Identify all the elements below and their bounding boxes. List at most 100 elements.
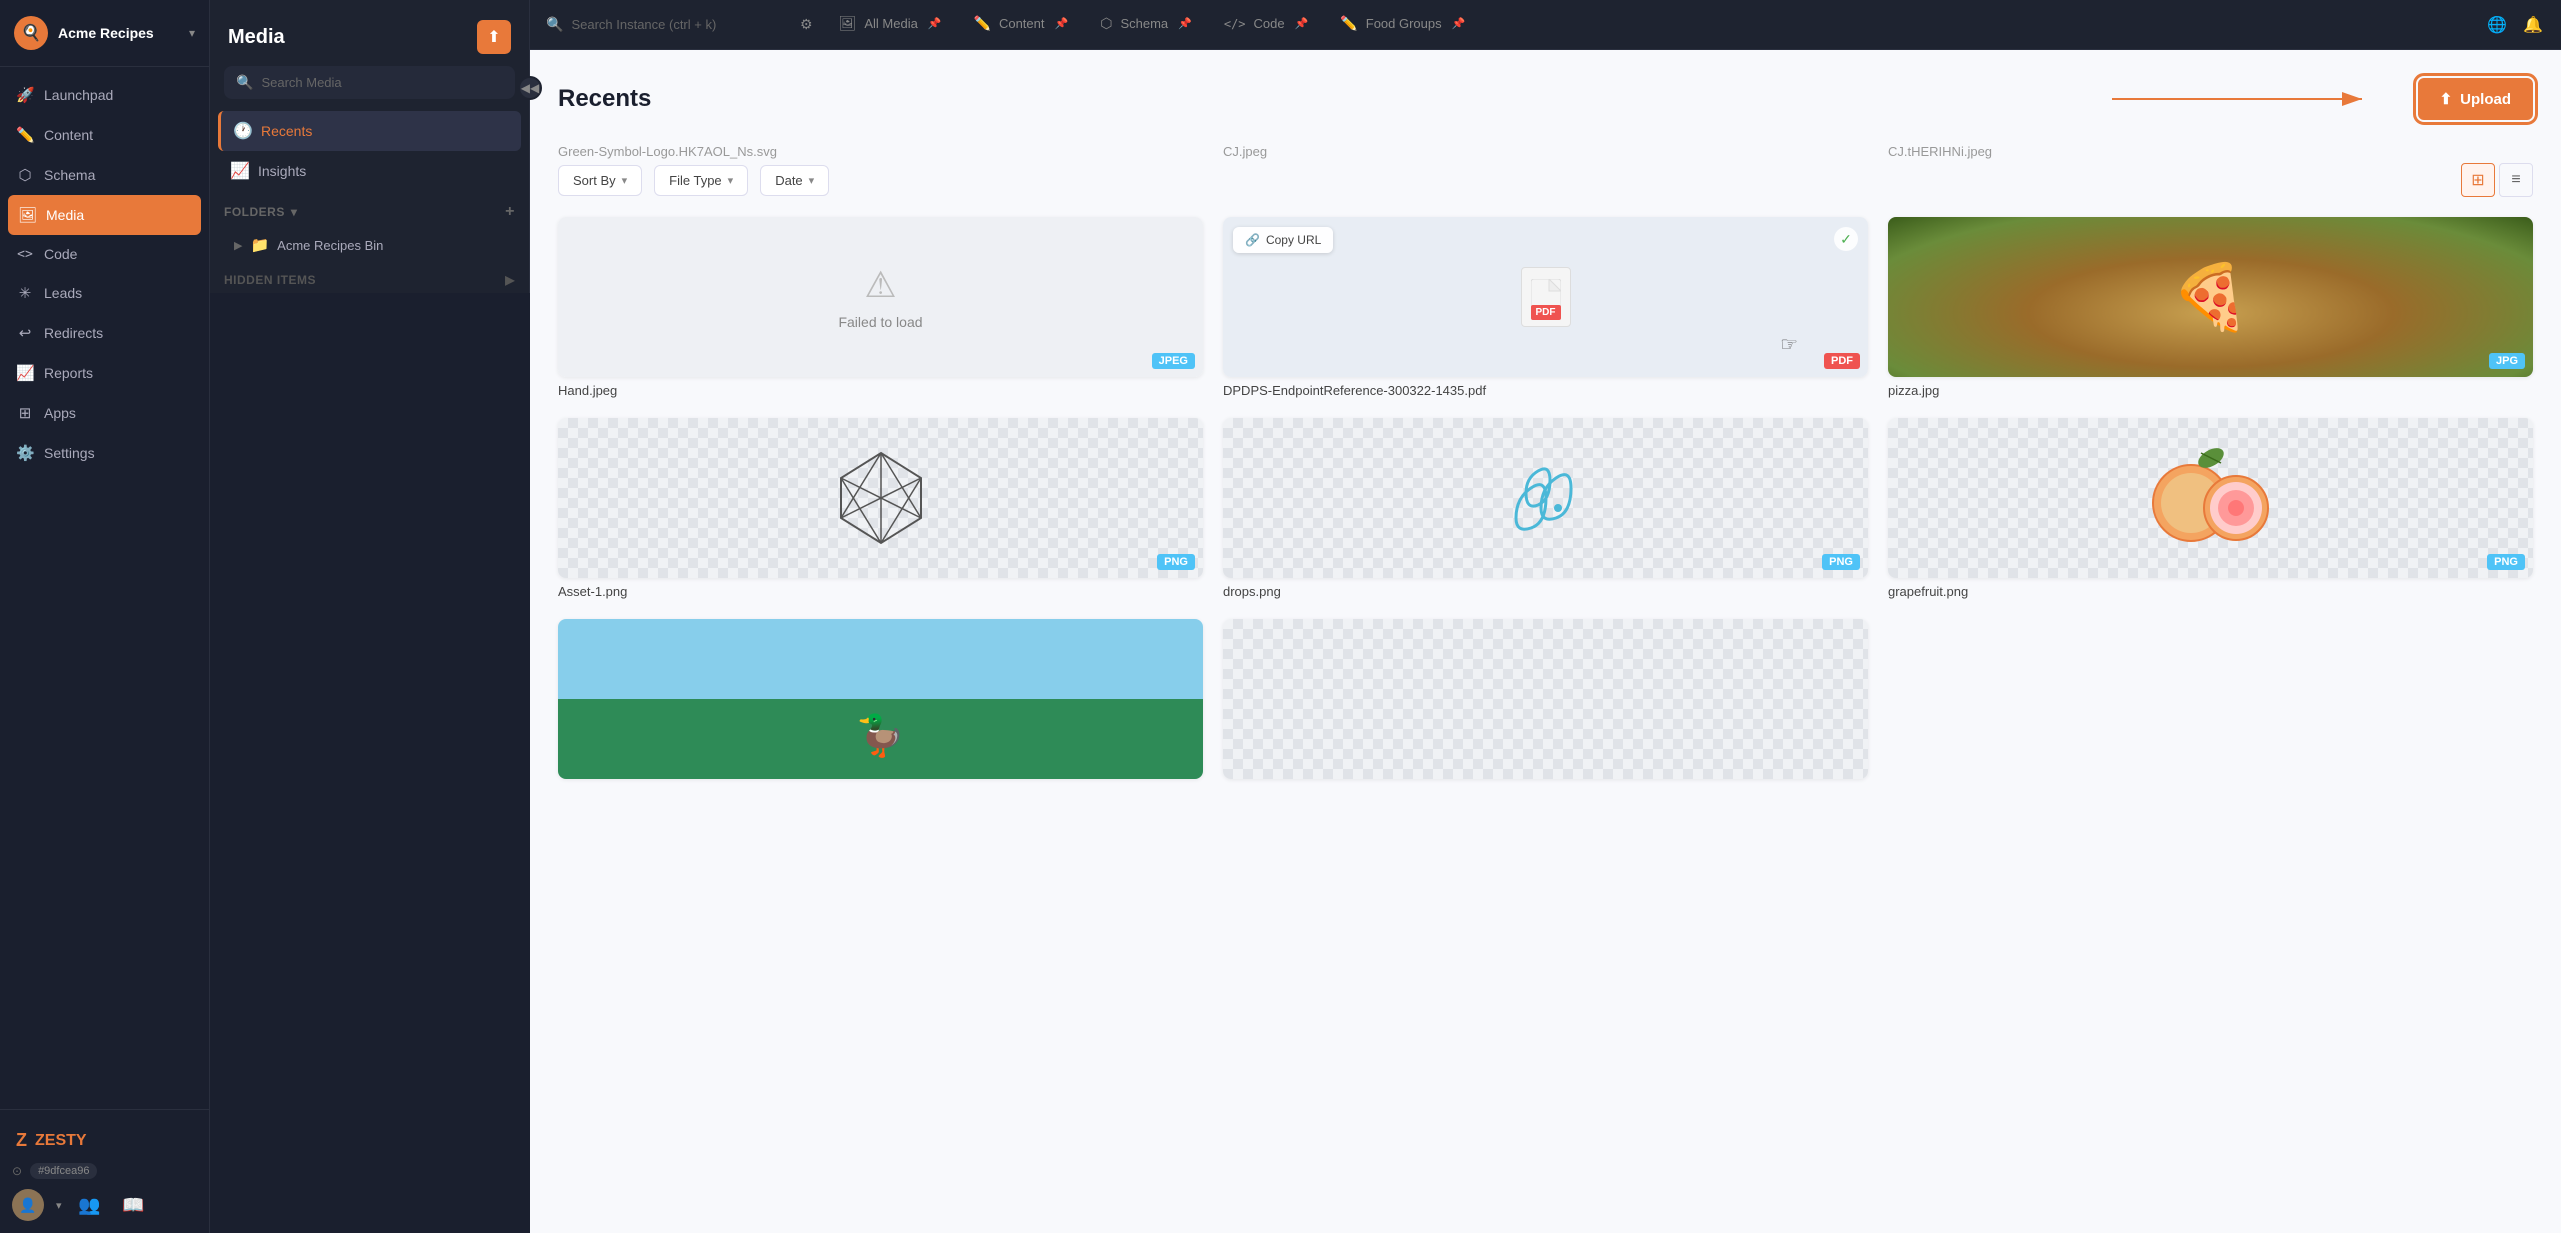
sidebar-collapse-button[interactable]: ◀◀ bbox=[518, 76, 542, 100]
tab-code[interactable]: </> Code 📌 bbox=[1208, 2, 1324, 47]
sort-by-label: Sort By bbox=[573, 173, 616, 188]
media-search-input[interactable] bbox=[261, 75, 503, 90]
sidebar-item-label: Settings bbox=[44, 445, 95, 461]
list-item[interactable]: PNG drops.png bbox=[1223, 418, 1868, 599]
media-thumb-asset1: PNG bbox=[558, 418, 1203, 578]
tab-label: Content bbox=[999, 16, 1045, 31]
media-nav-recents[interactable]: 🕐 Recents bbox=[218, 111, 521, 151]
topbar-search[interactable]: 🔍 bbox=[530, 16, 790, 33]
upload-button[interactable]: ⬆ Upload bbox=[2418, 78, 2533, 120]
folder-item-acme-bin[interactable]: ▶ 📁 Acme Recipes Bin bbox=[224, 229, 515, 261]
add-folder-icon[interactable]: + bbox=[505, 203, 515, 221]
brand-chevron-icon: ▾ bbox=[189, 26, 195, 40]
sidebar-item-apps[interactable]: ⊞ Apps bbox=[0, 393, 209, 433]
tab-content[interactable]: ✏️ Content 📌 bbox=[958, 1, 1085, 48]
sidebar-item-label: Launchpad bbox=[44, 87, 113, 103]
sidebar-item-label: Media bbox=[46, 207, 84, 223]
sidebar-item-schema[interactable]: ⬡ Schema bbox=[0, 155, 209, 195]
tab-label: Schema bbox=[1120, 16, 1168, 31]
list-item[interactable]: 🍕 JPG pizza.jpg bbox=[1888, 217, 2533, 398]
book-icon[interactable]: 📖 bbox=[118, 1189, 150, 1221]
list-item[interactable]: ⚠ Failed to load JPEG Hand.jpeg bbox=[558, 217, 1203, 398]
main-area: 🔍 ⚙ 🖼 All Media 📌 ✏️ Content 📌 ⬡ Schema … bbox=[530, 0, 2561, 1233]
media-thumb-extra bbox=[1223, 619, 1868, 779]
copy-url-label: Copy URL bbox=[1266, 233, 1321, 247]
tab-strip: 🖼 All Media 📌 ✏️ Content 📌 ⬡ Schema 📌 </… bbox=[823, 1, 2469, 48]
media-card-duck[interactable]: 🦆 bbox=[558, 619, 1203, 779]
media-sidebar-title: Media bbox=[228, 26, 285, 49]
sidebar-item-content[interactable]: ✏️ Content bbox=[0, 115, 209, 155]
add-user-button[interactable]: 👥 bbox=[74, 1189, 106, 1221]
sidebar-item-reports[interactable]: 📈 Reports bbox=[0, 353, 209, 393]
media-thumb-hand: ⚠ Failed to load JPEG bbox=[558, 217, 1203, 377]
zesty-z-icon: Z bbox=[16, 1130, 27, 1151]
media-search-bar[interactable]: 🔍 bbox=[224, 66, 515, 99]
list-item[interactable]: PNG grapefruit.png bbox=[1888, 418, 2533, 599]
sidebar-item-settings[interactable]: ⚙️ Settings bbox=[0, 433, 209, 473]
media-nav-insights[interactable]: 📈 Insights bbox=[218, 151, 521, 191]
media-upload-icon-button[interactable]: ⬆ bbox=[477, 20, 511, 54]
sidebar-item-label: Schema bbox=[44, 167, 95, 183]
media-card-asset1[interactable]: PNG bbox=[558, 418, 1203, 578]
media-file-name: pizza.jpg bbox=[1888, 383, 2533, 398]
media-file-name: drops.png bbox=[1223, 584, 1868, 599]
sort-by-filter[interactable]: Sort By ▾ bbox=[558, 165, 642, 196]
user-avatar[interactable]: 👤 bbox=[12, 1189, 44, 1221]
list-view-button[interactable]: ≡ bbox=[2499, 163, 2533, 197]
file-type-badge: JPEG bbox=[1152, 353, 1195, 369]
grid-view-button[interactable]: ⊞ bbox=[2461, 163, 2495, 197]
insights-icon: 📈 bbox=[230, 161, 248, 181]
topbar: 🔍 ⚙ 🖼 All Media 📌 ✏️ Content 📌 ⬡ Schema … bbox=[530, 0, 2561, 50]
sidebar-item-redirects[interactable]: ↩ Redirects bbox=[0, 313, 209, 353]
brand-area[interactable]: 🍳 Acme Recipes ▾ bbox=[0, 0, 209, 67]
date-filter[interactable]: Date ▾ bbox=[760, 165, 829, 196]
media-card-extra[interactable] bbox=[1223, 619, 1868, 779]
filter-icon[interactable]: ⚙ bbox=[790, 16, 823, 33]
list-item[interactable]: PNG Asset-1.png bbox=[558, 418, 1203, 599]
recents-icon: 🕐 bbox=[233, 121, 251, 141]
file-type-badge: PDF bbox=[1824, 353, 1860, 369]
list-item[interactable]: 🦆 bbox=[558, 619, 1203, 779]
hidden-items-section[interactable]: HIDDEN ITEMS ▶ bbox=[210, 267, 529, 293]
media-card-hand[interactable]: ⚠ Failed to load JPEG bbox=[558, 217, 1203, 377]
date-label: Date bbox=[775, 173, 802, 188]
geometric-shape-svg bbox=[826, 443, 936, 553]
sidebar-item-label: Content bbox=[44, 127, 93, 143]
link-icon: 🔗 bbox=[1245, 233, 1260, 247]
sidebar-bottom: Z ZESTY ⊙ #9dfcea96 👤 ▾ 👥 📖 bbox=[0, 1109, 209, 1233]
media-card-pdf[interactable]: 🔗 Copy URL ✓ PDF bbox=[1223, 217, 1868, 377]
sidebar-item-code[interactable]: <> Code bbox=[0, 235, 209, 273]
media-card-grapefruit[interactable]: PNG bbox=[1888, 418, 2533, 578]
top-file-2: CJ.tHERIHNi.jpeg bbox=[1888, 144, 2533, 159]
list-item[interactable]: 🔗 Copy URL ✓ PDF bbox=[1223, 217, 1868, 398]
topbar-right: 🌐 🔔 bbox=[2469, 9, 2561, 41]
sidebar-item-media[interactable]: 🖼 Media bbox=[8, 195, 201, 235]
notification-icon-button[interactable]: 🔔 bbox=[2517, 9, 2549, 41]
copy-url-bar[interactable]: 🔗 Copy URL bbox=[1233, 227, 1333, 253]
folders-section: FOLDERS ▾ + ▶ 📁 Acme Recipes Bin bbox=[210, 191, 529, 267]
media-card-drops[interactable]: PNG bbox=[1223, 418, 1868, 578]
tab-schema[interactable]: ⬡ Schema 📌 bbox=[1084, 1, 1208, 48]
folder-icon: 📁 bbox=[250, 236, 269, 254]
bottom-actions: 👤 ▾ 👥 📖 bbox=[12, 1189, 197, 1221]
globe-icon-button[interactable]: 🌐 bbox=[2481, 9, 2513, 41]
nav-menu: 🚀 Launchpad ✏️ Content ⬡ Schema 🖼 Media … bbox=[0, 67, 209, 1109]
media-card-pizza[interactable]: 🍕 JPG bbox=[1888, 217, 2533, 377]
topbar-search-input[interactable] bbox=[571, 17, 774, 32]
content-header: Recents ⬆ Upload bbox=[558, 74, 2533, 124]
tab-food-groups[interactable]: ✏️ Food Groups 📌 bbox=[1324, 1, 1481, 48]
file-type-filter[interactable]: File Type ▾ bbox=[654, 165, 748, 196]
schema-tab-icon: ⬡ bbox=[1100, 15, 1112, 32]
tab-all-media[interactable]: 🖼 All Media 📌 bbox=[823, 1, 958, 48]
upload-icon: ⬆ bbox=[2440, 90, 2453, 108]
list-item[interactable] bbox=[1223, 619, 1868, 779]
media-sidebar-header: Media ⬆ bbox=[210, 0, 529, 66]
sidebar-item-leads[interactable]: ✳ Leads bbox=[0, 273, 209, 313]
tab-label: Food Groups bbox=[1366, 16, 1442, 31]
folders-toggle[interactable]: FOLDERS ▾ bbox=[224, 205, 297, 219]
schema-icon: ⬡ bbox=[16, 166, 34, 184]
cursor-icon: ☞ bbox=[1780, 332, 1798, 357]
pin-icon: 📌 bbox=[1295, 17, 1309, 30]
sidebar-item-launchpad[interactable]: 🚀 Launchpad bbox=[0, 75, 209, 115]
chevron-down-icon[interactable]: ▾ bbox=[56, 1199, 62, 1212]
